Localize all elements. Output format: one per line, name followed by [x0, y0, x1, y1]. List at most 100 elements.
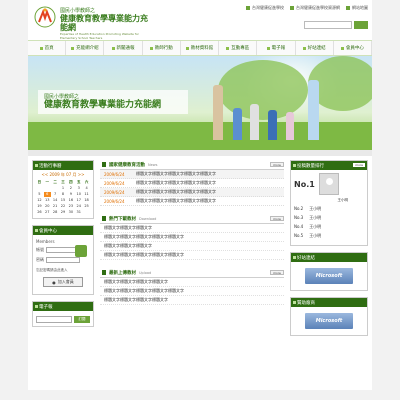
rank-name: 王小明: [309, 206, 322, 211]
calendar-day[interactable]: 26: [36, 210, 43, 215]
download-more-button[interactable]: more: [270, 216, 284, 221]
news-headline[interactable]: 標題文字標題文字標題文字標題文字標題文字: [136, 171, 216, 177]
calendar-day[interactable]: 11: [83, 192, 90, 197]
top-links: 台灣健康促進學校 台灣健康促進學校資源網 網站地圖: [246, 5, 368, 11]
news-row[interactable]: 2009/6/24 標題文字標題文字標題文字標題文字標題文字: [100, 170, 284, 179]
banner-divider: [28, 150, 372, 156]
news-more-button[interactable]: more: [270, 162, 284, 167]
calendar-day[interactable]: 12: [36, 198, 43, 203]
download-item[interactable]: 標題文字標題文字標題文字: [100, 242, 284, 251]
calendar-day[interactable]: 13: [44, 198, 51, 203]
calendar-day[interactable]: 21: [52, 204, 59, 209]
nav-item-member[interactable]: 會員中心: [334, 41, 372, 55]
news-headline[interactable]: 標題文字標題文字標題文字標題文字標題文字: [136, 189, 216, 195]
top-link-health-school[interactable]: 台灣健康促進學校: [246, 5, 284, 11]
rank-row[interactable]: No.2 王小明: [294, 206, 364, 212]
calendar-day[interactable]: 20: [44, 204, 51, 209]
download-item[interactable]: 標題文字標題文字標題文字標題文字標題文字: [100, 233, 284, 242]
login-button[interactable]: [75, 245, 87, 257]
news-headline[interactable]: 標題文字標題文字標題文字標題文字標題文字: [136, 180, 216, 186]
footer: [28, 390, 372, 400]
nav-item-teacher-action[interactable]: 教師行動: [143, 41, 181, 55]
search-button[interactable]: [354, 21, 368, 29]
calendar-weekday: 六: [84, 180, 89, 184]
calendar-box: 活動行事曆 << 2009 年 07 月 >> 日一二三四五六123456789…: [32, 160, 94, 219]
calendar-day[interactable]: 15: [60, 198, 67, 203]
nav-item-epaper[interactable]: 電子報: [257, 41, 296, 55]
calendar-day[interactable]: 9: [67, 192, 74, 197]
calendar-day[interactable]: 3: [75, 186, 82, 191]
upload-more-button[interactable]: more: [270, 270, 284, 275]
calendar-day[interactable]: 2: [67, 186, 74, 191]
news-date: 2009/6/24: [104, 180, 125, 186]
calendar-day[interactable]: 23: [67, 204, 74, 209]
upload-item[interactable]: 標題文字標題文字標題文字標題文字: [100, 278, 284, 287]
password-input[interactable]: [46, 257, 80, 263]
calendar-day[interactable]: 10: [75, 192, 82, 197]
calendar-weekday: 二: [53, 180, 57, 184]
forgot-password-link[interactable]: 忘記密碼請由此進入: [36, 268, 90, 273]
nav-item-about[interactable]: 充能網介紹: [66, 41, 105, 55]
rank-row[interactable]: No.4 王小明: [294, 224, 364, 230]
calendar-day[interactable]: 24: [75, 204, 82, 209]
news-headline[interactable]: 標題文字標題文字標題文字標題文字標題文字: [136, 198, 216, 204]
calendar-month[interactable]: << 2009 年 07 月 >>: [33, 170, 93, 180]
calendar-day[interactable]: 27: [44, 210, 51, 215]
site-logo-icon[interactable]: [34, 6, 56, 28]
top-link-sitemap[interactable]: 網站地圖: [346, 5, 368, 11]
banner-person: [213, 85, 223, 140]
nav-item-links[interactable]: 好站連結: [296, 41, 334, 55]
news-title: 國家健康教育活動: [109, 162, 145, 168]
calendar-day[interactable]: 22: [60, 204, 67, 209]
upload-item[interactable]: 標題文字標題文字標題文字標題文字: [100, 296, 284, 305]
rank-no1-name[interactable]: 王小明: [294, 198, 364, 203]
upload-item[interactable]: 標題文字標題文字標題文字標題文字標題文字: [100, 287, 284, 296]
news-row[interactable]: 2009/6/24 標題文字標題文字標題文字標題文字標題文字: [100, 188, 284, 197]
calendar-day[interactable]: 30: [67, 210, 74, 215]
calendar-day[interactable]: 16: [67, 198, 74, 203]
rank-number: No.5: [294, 233, 304, 238]
calendar-day[interactable]: 5: [36, 192, 43, 197]
nav-bullet-icon: [266, 46, 270, 50]
calendar-day[interactable]: 1: [60, 186, 67, 191]
download-item[interactable]: 標題文字標題文字標題文字標題文字標題文字: [100, 251, 284, 260]
calendar-day[interactable]: 25: [83, 204, 90, 209]
rank-row[interactable]: No.3 王小明: [294, 215, 364, 221]
download-list: 標題文字標題文字標題文字 標題文字標題文字標題文字標題文字標題文字 標題文字標題文字…: [100, 224, 284, 260]
calendar-day[interactable]: 18: [83, 198, 90, 203]
nav-item-interactive[interactable]: 互動專區: [219, 41, 258, 55]
calendar-day[interactable]: 7: [52, 192, 59, 197]
nav-item-materials[interactable]: 教材資料館: [181, 41, 220, 55]
calendar-day[interactable]: 31: [75, 210, 82, 215]
nav-item-news[interactable]: 新聞通報: [104, 41, 143, 55]
news-row[interactable]: 2009/6/24 標題文字標題文字標題文字標題文字標題文字: [100, 179, 284, 188]
nav-item-home[interactable]: 首頁: [28, 41, 67, 55]
top-link-resource[interactable]: 台灣健康促進學校資源網: [290, 5, 340, 11]
site-title[interactable]: 國民小學教師之 健康教育教學專業能力充能網 Expertise of Healt…: [60, 7, 150, 40]
calendar-day[interactable]: 6: [43, 192, 51, 197]
microsoft-logo-link[interactable]: Microsoft: [305, 268, 353, 284]
calendar-day[interactable]: 29: [60, 210, 67, 215]
search-input[interactable]: [304, 21, 352, 29]
rank-row[interactable]: No.5 王小明: [294, 233, 364, 239]
calendar-weekday: 日: [37, 180, 42, 184]
news-list: 2009/6/24 標題文字標題文字標題文字標題文字標題文字 2009/6/24 標題…: [100, 170, 284, 206]
ranking-more-button[interactable]: more: [353, 163, 365, 167]
download-title: 熱門下載教材: [109, 216, 136, 222]
site-title-english: Expertise of Health Education Promoting …: [60, 32, 139, 40]
calendar-day[interactable]: 17: [75, 198, 82, 203]
news-row[interactable]: 2009/6/24 標題文字標題文字標題文字標題文字標題文字: [100, 197, 284, 206]
calendar-day[interactable]: 19: [36, 204, 43, 209]
join-member-button[interactable]: ● 加入會員: [43, 277, 83, 287]
news-date: 2009/6/24: [104, 171, 125, 177]
calendar-day[interactable]: 28: [52, 210, 59, 215]
upload-title: 最新上傳教材: [109, 270, 136, 276]
epaper-email-input[interactable]: [36, 316, 72, 323]
subscribe-button[interactable]: 訂閱: [74, 316, 90, 323]
download-item[interactable]: 標題文字標題文字標題文字: [100, 224, 284, 233]
calendar-day[interactable]: 8: [60, 192, 67, 197]
calendar-day[interactable]: 14: [52, 198, 59, 203]
upload-subtitle: Upload: [139, 270, 152, 275]
calendar-day[interactable]: 4: [83, 186, 90, 191]
microsoft-sponsor-logo[interactable]: Microsoft: [305, 313, 353, 329]
